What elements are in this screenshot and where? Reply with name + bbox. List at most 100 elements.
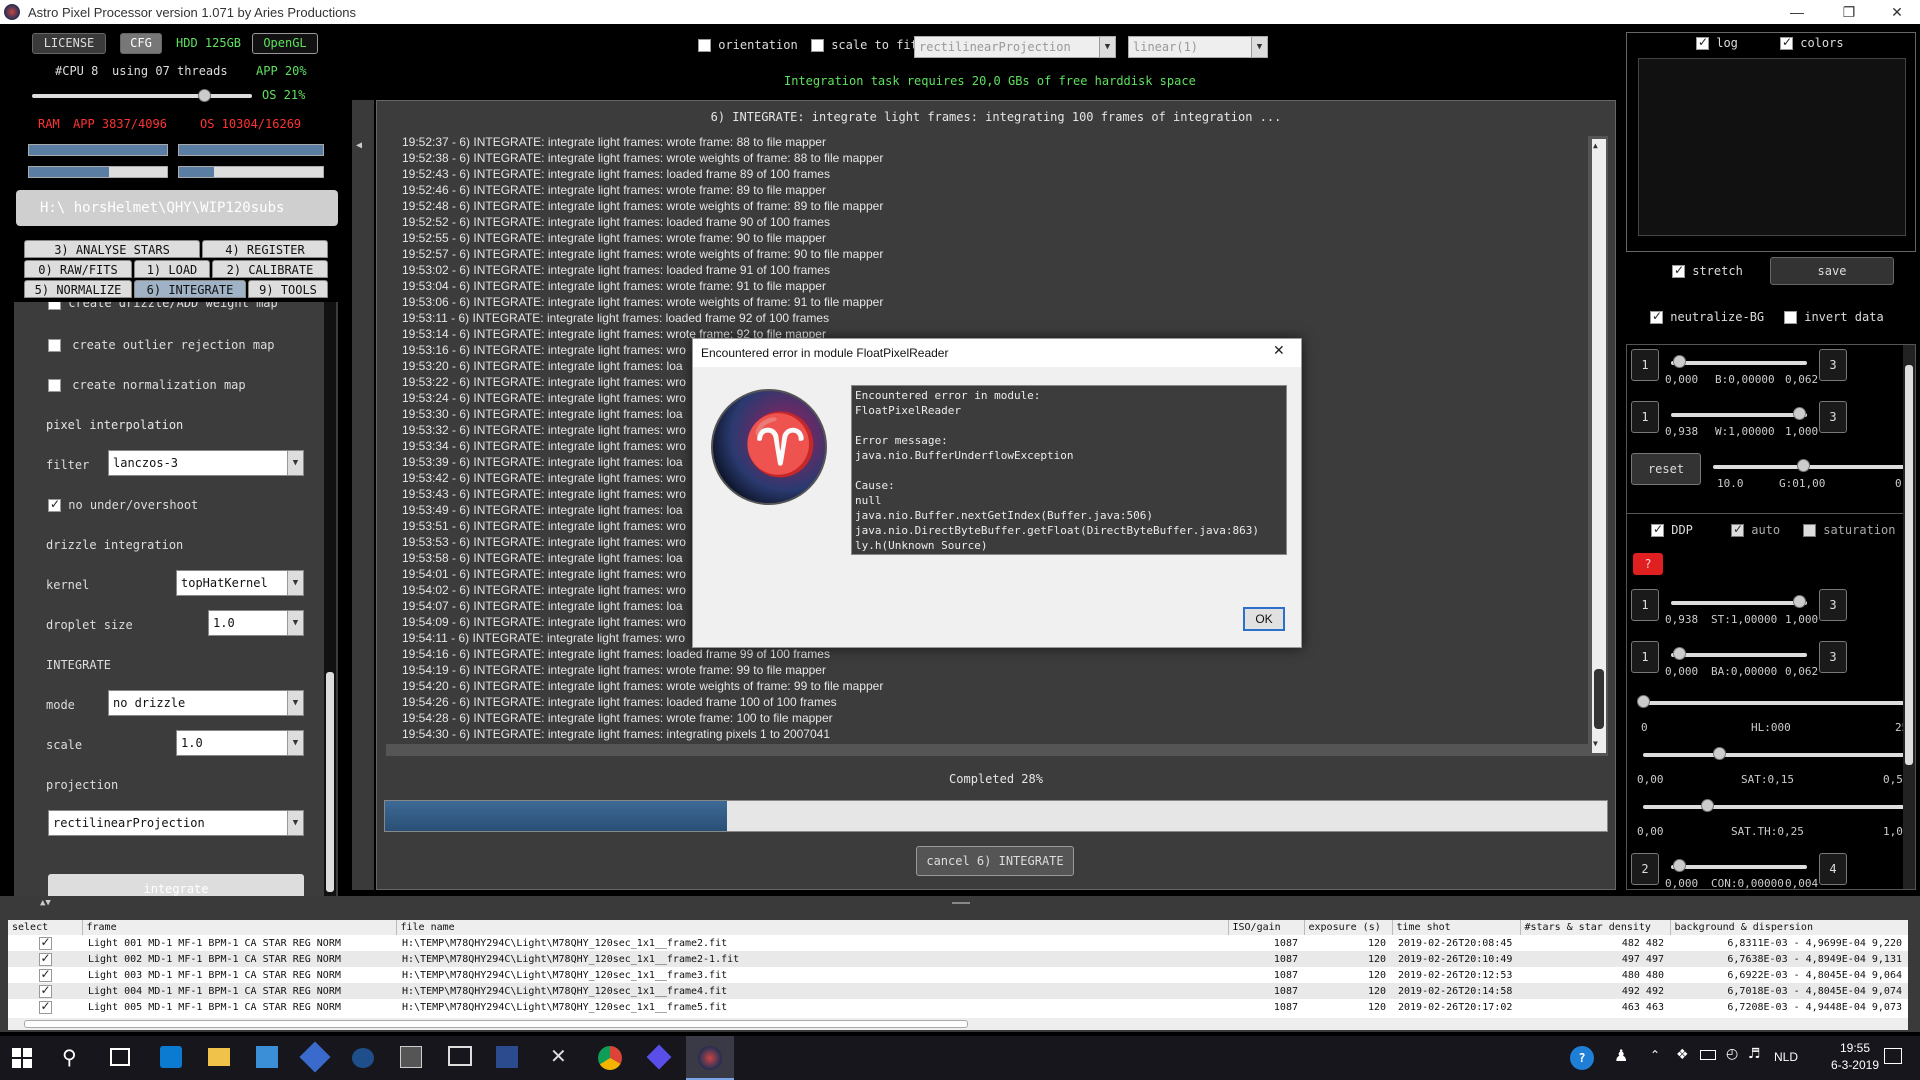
- table-row[interactable]: Light 003 MD-1 MF-1 BPM-1 CA STAR REG NO…: [8, 967, 1908, 983]
- row-select-checkbox[interactable]: [38, 967, 52, 982]
- scale-select[interactable]: 1.0 ▼: [176, 730, 304, 756]
- con-fine-button[interactable]: 4: [1819, 853, 1847, 885]
- close-icon[interactable]: ✕: [1273, 343, 1285, 359]
- ba-coarse-button[interactable]: 1: [1631, 641, 1659, 673]
- orientation-checkbox[interactable]: [698, 39, 711, 52]
- app-icon-4[interactable]: [400, 1046, 422, 1068]
- app-icon-7[interactable]: ✕: [550, 1044, 567, 1068]
- row-select-checkbox[interactable]: [38, 999, 52, 1014]
- clock[interactable]: 19:55 6-3-2019: [1820, 1040, 1890, 1074]
- no-overshoot-checkbox[interactable]: [48, 497, 61, 512]
- table-row[interactable]: Light 005 MD-1 MF-1 BPM-1 CA STAR REG NO…: [8, 999, 1908, 1015]
- reset-button[interactable]: reset: [1631, 453, 1701, 485]
- log-scrollbar[interactable]: ▲ ▼: [1592, 139, 1606, 753]
- hl-slider[interactable]: [1643, 701, 1907, 705]
- con-slider[interactable]: [1671, 865, 1807, 869]
- con-knob[interactable]: [1673, 859, 1686, 872]
- ba-knob[interactable]: [1673, 647, 1686, 660]
- people-icon[interactable]: ♟: [1614, 1046, 1628, 1065]
- right-scrollbar[interactable]: [1903, 345, 1915, 889]
- dropbox-tray-icon[interactable]: ❖: [1676, 1047, 1689, 1063]
- column-header[interactable]: frame: [82, 920, 397, 935]
- droplet-size-select[interactable]: 1.0 ▼: [208, 610, 304, 636]
- sat-th-knob[interactable]: [1701, 799, 1714, 812]
- settings-scrollbar[interactable]: [324, 302, 336, 912]
- row-select-checkbox[interactable]: [38, 951, 52, 966]
- dropbox-icon[interactable]: [160, 1046, 182, 1068]
- outlier-map-checkbox[interactable]: [48, 339, 61, 352]
- column-header[interactable]: #stars & star density: [1520, 920, 1671, 935]
- row-select-checkbox[interactable]: [38, 935, 52, 950]
- ba-slider[interactable]: [1671, 653, 1807, 657]
- w-coarse-button[interactable]: 1: [1631, 401, 1659, 433]
- working-directory[interactable]: H:\ horsHelmet\QHY\WIP120subs: [16, 190, 338, 226]
- tab-raw-fits[interactable]: 0) RAW/FITS: [24, 260, 132, 278]
- column-header[interactable]: ISO/gain: [1228, 920, 1305, 935]
- st-slider[interactable]: [1671, 601, 1807, 605]
- panel-splitter[interactable]: ◀: [352, 100, 374, 890]
- language-indicator[interactable]: NLD: [1774, 1050, 1798, 1064]
- black-point-knob[interactable]: [1673, 355, 1686, 368]
- column-header[interactable]: time shot: [1392, 920, 1521, 935]
- filter-select[interactable]: lanczos-3 ▼: [108, 450, 304, 476]
- battery-icon[interactable]: [1700, 1050, 1716, 1060]
- wifi-icon[interactable]: ◴: [1726, 1046, 1738, 1062]
- gamma-knob[interactable]: [1797, 459, 1810, 472]
- tab-load[interactable]: 1) LOAD: [134, 260, 210, 278]
- column-header[interactable]: select: [8, 920, 83, 935]
- notifications-icon[interactable]: [1884, 1048, 1902, 1064]
- sat-knob[interactable]: [1713, 747, 1726, 760]
- tab-tools[interactable]: 9) TOOLS: [248, 280, 328, 298]
- saturation-checkbox[interactable]: [1803, 524, 1816, 537]
- st-coarse-button[interactable]: 1: [1631, 589, 1659, 621]
- threads-slider-knob[interactable]: [198, 89, 211, 102]
- projection-select[interactable]: rectilinearProjection ▼: [48, 810, 304, 836]
- save-button[interactable]: save: [1770, 257, 1894, 285]
- sat-slider[interactable]: [1643, 753, 1907, 757]
- b-coarse-button[interactable]: 1: [1631, 349, 1659, 381]
- windows-start-icon[interactable]: [12, 1048, 32, 1068]
- tray-chevron-icon[interactable]: ⌃: [1650, 1048, 1660, 1062]
- colors-checkbox[interactable]: [1780, 35, 1793, 50]
- stretch-checkbox[interactable]: [1672, 263, 1685, 278]
- log-scrollbar-thumb[interactable]: [1594, 669, 1604, 729]
- scroll-up-icon[interactable]: ▲: [1593, 141, 1598, 150]
- column-header[interactable]: background & dispersion: [1670, 920, 1908, 935]
- app-icon-1[interactable]: [256, 1046, 278, 1068]
- license-button[interactable]: LICENSE: [32, 33, 106, 54]
- app-icon-2[interactable]: [299, 1041, 331, 1073]
- app-icon-8[interactable]: [646, 1044, 672, 1070]
- table-row[interactable]: Light 001 MD-1 MF-1 BPM-1 CA STAR REG NO…: [8, 935, 1908, 951]
- collapse-table-icon[interactable]: ▲▼: [40, 898, 51, 908]
- scale-to-fit-checkbox[interactable]: [810, 39, 824, 52]
- app-icon-6[interactable]: [496, 1046, 518, 1068]
- normalization-map-checkbox[interactable]: [48, 379, 61, 392]
- scroll-down-icon[interactable]: ▼: [1593, 739, 1598, 748]
- volume-icon[interactable]: ♬: [1748, 1046, 1761, 1062]
- st-fine-button[interactable]: 3: [1819, 589, 1847, 621]
- column-header[interactable]: exposure (s): [1304, 920, 1393, 935]
- tab-integrate[interactable]: 6) INTEGRATE: [134, 280, 246, 298]
- kernel-select[interactable]: topHatKernel ▼: [176, 570, 304, 596]
- neutralize-bg-checkbox[interactable]: [1650, 309, 1663, 324]
- close-window-icon[interactable]: ✕: [1874, 0, 1920, 24]
- white-point-knob[interactable]: [1793, 407, 1806, 420]
- tab-analyse-stars[interactable]: 3) ANALYSE STARS: [24, 240, 200, 258]
- cancel-integrate-button[interactable]: cancel 6) INTEGRATE: [916, 846, 1074, 876]
- tab-register[interactable]: 4) REGISTER: [202, 240, 328, 258]
- b-fine-button[interactable]: 3: [1819, 349, 1847, 381]
- tab-normalize[interactable]: 5) NORMALIZE: [24, 280, 132, 298]
- cfg-button[interactable]: CFG: [120, 33, 162, 54]
- opengl-button[interactable]: OpenGL: [252, 33, 318, 54]
- hl-knob[interactable]: [1637, 695, 1650, 708]
- con-coarse-button[interactable]: 2: [1631, 853, 1659, 885]
- chrome-icon[interactable]: [598, 1046, 622, 1070]
- log-checkbox[interactable]: [1696, 35, 1709, 50]
- w-fine-button[interactable]: 3: [1819, 401, 1847, 433]
- row-select-checkbox[interactable]: [38, 983, 52, 998]
- table-row[interactable]: Light 002 MD-1 MF-1 BPM-1 CA STAR REG NO…: [8, 951, 1908, 967]
- table-row[interactable]: Light 004 MD-1 MF-1 BPM-1 CA STAR REG NO…: [8, 983, 1908, 999]
- black-point-slider[interactable]: [1671, 361, 1807, 365]
- white-point-slider[interactable]: [1671, 413, 1807, 417]
- stretch-function-select[interactable]: linear(1) ▼: [1128, 36, 1268, 58]
